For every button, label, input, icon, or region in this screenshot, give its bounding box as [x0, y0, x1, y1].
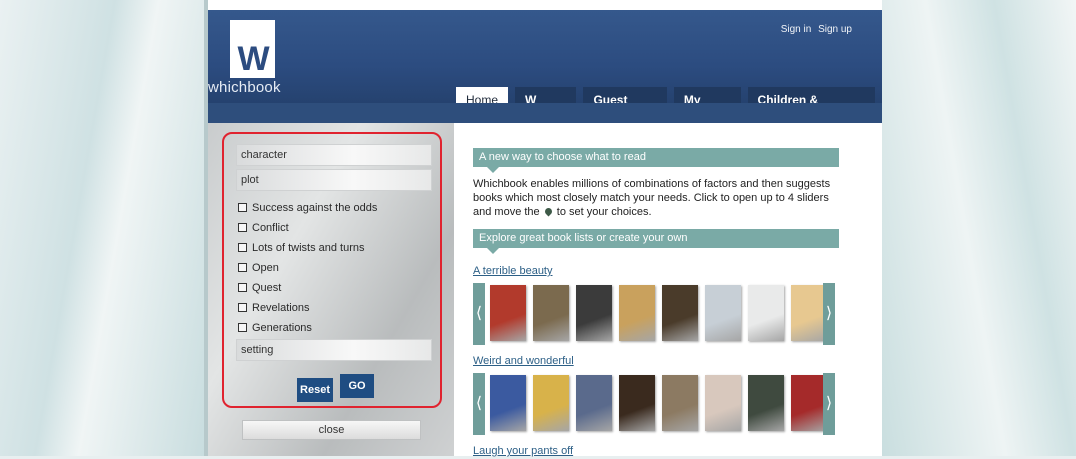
- plot-option[interactable]: Revelations: [238, 298, 428, 318]
- carousel-next-icon[interactable]: ⟩: [823, 283, 835, 345]
- section-title-intro: A new way to choose what to read: [473, 148, 839, 173]
- book-cover[interactable]: [576, 375, 612, 431]
- plot-options: Success against the odds Conflict Lots o…: [238, 198, 428, 338]
- book-cover[interactable]: [705, 285, 741, 341]
- intro-text: Whichbook enables millions of combinatio…: [473, 178, 831, 218]
- reset-button[interactable]: Reset: [297, 378, 333, 402]
- checkbox[interactable]: [238, 262, 247, 272]
- slider-handle-icon: [543, 206, 554, 217]
- book-cover[interactable]: [748, 285, 784, 341]
- category-character[interactable]: character: [236, 144, 432, 166]
- list-link-laugh-pants-off[interactable]: Laugh your pants off: [473, 445, 853, 459]
- book-carousel: ⟨ ⟩: [473, 283, 853, 347]
- logo-letter: W: [237, 40, 269, 78]
- carousel-prev-icon[interactable]: ⟨: [473, 373, 485, 435]
- book-cover[interactable]: [490, 285, 526, 341]
- book-cover[interactable]: [662, 285, 698, 341]
- book-cover[interactable]: [619, 285, 655, 341]
- close-button[interactable]: close: [242, 420, 421, 440]
- carousel-next-icon[interactable]: ⟩: [823, 373, 835, 435]
- cover-row: [490, 285, 834, 341]
- plot-option[interactable]: Quest: [238, 278, 428, 298]
- book-cover[interactable]: [533, 285, 569, 341]
- book-cover[interactable]: [533, 375, 569, 431]
- book-cover[interactable]: [748, 375, 784, 431]
- category-plot[interactable]: plot: [236, 169, 432, 191]
- go-button[interactable]: GO: [340, 374, 374, 398]
- checkbox[interactable]: [238, 242, 247, 252]
- slider-panel: character plot Success against the odds …: [208, 123, 454, 456]
- plot-option[interactable]: Generations: [238, 318, 428, 338]
- plot-option[interactable]: Conflict: [238, 218, 428, 238]
- plot-option[interactable]: Open: [238, 258, 428, 278]
- book-cover[interactable]: [490, 375, 526, 431]
- book-cover[interactable]: [662, 375, 698, 431]
- auth-links: Sign in Sign up: [777, 24, 852, 35]
- checkbox[interactable]: [238, 202, 247, 212]
- book-cover[interactable]: [791, 375, 827, 431]
- checkbox[interactable]: [238, 222, 247, 232]
- checkbox[interactable]: [238, 322, 247, 332]
- book-cover[interactable]: [619, 375, 655, 431]
- book-cover[interactable]: [576, 285, 612, 341]
- book-cover[interactable]: [705, 375, 741, 431]
- list-link-terrible-beauty[interactable]: A terrible beauty: [473, 265, 853, 279]
- site-container: W whichbook Sign in Sign up Home W Lists…: [208, 0, 882, 459]
- book-carousel: ⟨ ⟩: [473, 373, 853, 437]
- category-setting[interactable]: setting: [236, 339, 432, 361]
- plot-option[interactable]: Success against the odds: [238, 198, 428, 218]
- main-content: A new way to choose what to read Whichbo…: [473, 148, 853, 459]
- slider-selection-box: character plot Success against the odds …: [222, 132, 442, 408]
- carousel-prev-icon[interactable]: ⟨: [473, 283, 485, 345]
- page-background-left: [0, 0, 208, 456]
- list-link-weird-wonderful[interactable]: Weird and wonderful: [473, 355, 853, 369]
- plot-option[interactable]: Lots of twists and turns: [238, 238, 428, 258]
- logo-text[interactable]: whichbook: [208, 79, 281, 96]
- site-header: W whichbook Sign in Sign up Home W Lists…: [208, 10, 882, 133]
- checkbox[interactable]: [238, 302, 247, 312]
- sign-up-link[interactable]: Sign up: [818, 24, 852, 35]
- page-background-right: [882, 0, 1076, 456]
- header-stripe: [208, 103, 882, 123]
- logo[interactable]: W: [230, 20, 275, 78]
- cover-row: [490, 375, 834, 431]
- book-cover[interactable]: [791, 285, 827, 341]
- section-title-lists: Explore great book lists or create your …: [473, 229, 839, 254]
- checkbox[interactable]: [238, 282, 247, 292]
- sign-in-link[interactable]: Sign in: [781, 24, 812, 35]
